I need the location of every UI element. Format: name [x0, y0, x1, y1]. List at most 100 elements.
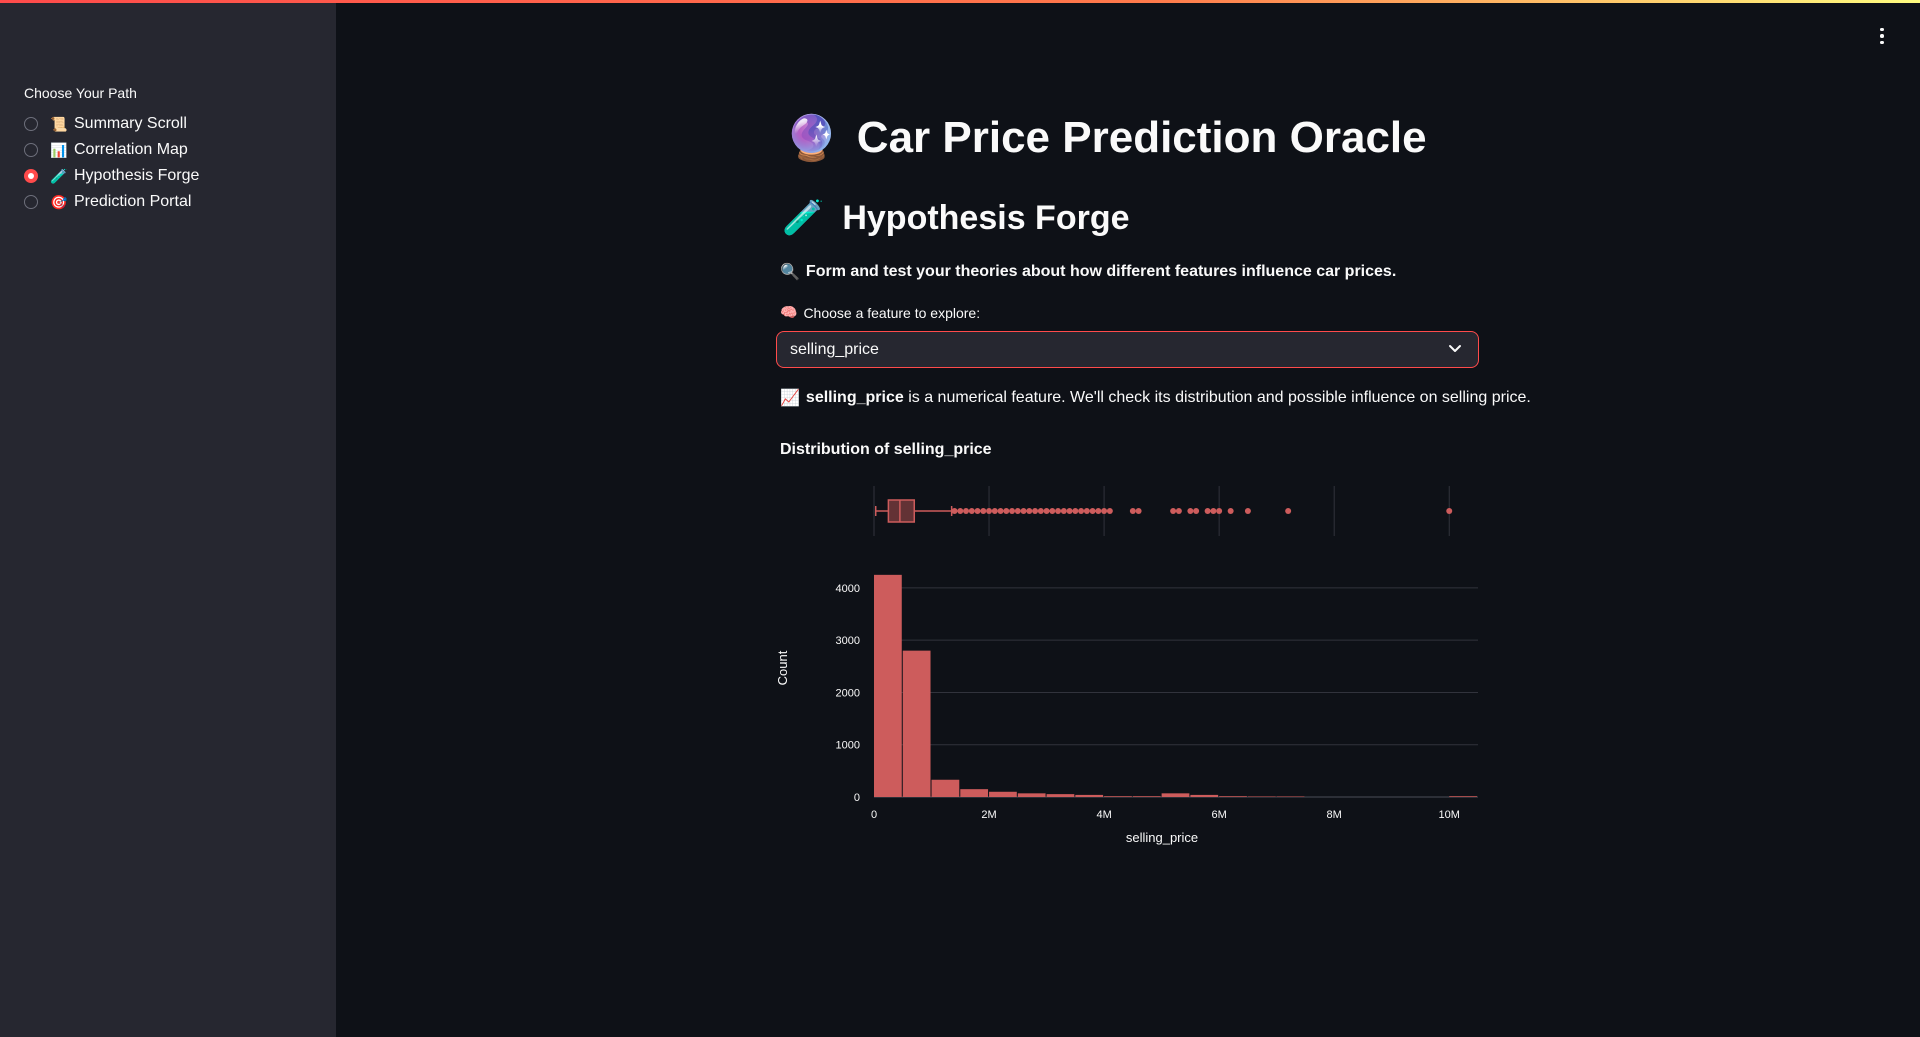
box-outlier-point	[951, 508, 958, 514]
x-tick-label: 8M	[1327, 809, 1342, 821]
histogram-bar	[931, 779, 960, 797]
chevron-down-icon	[1449, 345, 1461, 352]
crystal-ball-icon: 🔮	[784, 114, 839, 163]
box-outlier-point	[1210, 508, 1217, 514]
page-title-text: Car Price Prediction Oracle	[856, 113, 1427, 162]
box-outlier-point	[1204, 508, 1211, 514]
histogram-bar	[1219, 796, 1247, 797]
page-title: 🔮 Car Price Prediction Oracle	[784, 112, 1427, 164]
box-outlier-point	[1078, 508, 1085, 514]
box-outlier-point	[1089, 508, 1096, 514]
nav-option-prediction-portal[interactable]: 🎯 Prediction Portal	[24, 191, 191, 213]
target-icon: 🎯	[50, 194, 68, 210]
box-outlier-point	[1014, 508, 1021, 514]
box-outlier-point	[986, 508, 993, 514]
box-outlier-point	[963, 508, 970, 514]
box-outlier-point	[1129, 508, 1136, 514]
y-tick-label: 4000	[836, 583, 860, 595]
x-axis-label: selling_price	[1126, 830, 1198, 845]
box-outlier-point	[1135, 508, 1142, 514]
box-plot	[874, 499, 1453, 523]
feature-select-value: selling_price	[790, 341, 879, 358]
main-menu-button[interactable]	[1872, 24, 1892, 48]
box-outlier-point	[1095, 508, 1102, 514]
scroll-icon: 📜	[50, 116, 68, 132]
histogram-bars	[874, 574, 1477, 797]
box-outlier-point	[968, 508, 975, 514]
box-outlier-point	[1227, 508, 1234, 514]
box-iqr	[887, 499, 916, 523]
box-outlier-point	[974, 508, 981, 514]
box-outlier-point	[1216, 508, 1223, 514]
chart-grid	[873, 486, 1478, 798]
box-outlier-point	[980, 508, 987, 514]
nav-option-hypothesis-forge[interactable]: 🧪 Hypothesis Forge	[24, 165, 199, 187]
nav-option-summary-scroll[interactable]: 📜 Summary Scroll	[24, 113, 187, 135]
histogram-bar	[1104, 796, 1132, 797]
histogram-bar	[1449, 796, 1477, 797]
box-outlier-point	[1175, 508, 1182, 514]
histogram-bar	[1046, 794, 1075, 797]
box-outlier-point	[1083, 508, 1090, 514]
menu-dot	[1880, 34, 1884, 38]
feature-select[interactable]: selling_price	[776, 331, 1479, 368]
box-outlier-point	[1193, 508, 1200, 514]
box-outlier-point	[1055, 508, 1062, 514]
bar-chart-icon: 📊	[50, 142, 68, 158]
menu-dot	[1880, 40, 1884, 45]
histogram-bar	[1190, 794, 1219, 797]
x-tick-label: 0	[871, 809, 877, 821]
box-outlier-point	[991, 508, 998, 514]
y-axis-label: Count	[776, 650, 790, 685]
nav-option-label: Prediction Portal	[74, 193, 192, 210]
box-outlier-point	[1003, 508, 1010, 514]
histogram-bar	[874, 574, 902, 797]
intro-text: 🔍 Form and test your theories about how …	[780, 262, 1396, 282]
nav-option-correlation-map[interactable]: 📊 Correlation Map	[24, 139, 188, 161]
radio-button-selected[interactable]	[24, 169, 38, 183]
histogram-bar	[989, 791, 1017, 797]
histogram-bar	[902, 650, 931, 797]
histogram-bar	[1075, 794, 1104, 797]
radio-button[interactable]	[24, 117, 38, 131]
y-tick-label: 3000	[836, 635, 860, 647]
sidebar: Choose Your Path 📜 Summary Scroll 📊 Corr…	[0, 3, 336, 1037]
magnifier-icon: 🔍	[780, 264, 800, 281]
test-tube-icon: 🧪	[50, 168, 68, 184]
chart-increasing-icon: 📈	[780, 390, 800, 407]
feature-select-label: 🧠 Choose a feature to explore:	[780, 304, 980, 321]
box-outlier-point	[957, 508, 964, 514]
histogram-bar	[1132, 796, 1161, 797]
radio-button[interactable]	[24, 195, 38, 209]
x-tick-label: 4M	[1096, 809, 1111, 821]
box-outlier-point	[1009, 508, 1016, 514]
distribution-chart[interactable]: 0 1000 2000 3000 4000 0 2M 4M 6M 8M 10M selling_pr…	[776, 470, 1488, 850]
x-tick-label: 2M	[981, 809, 996, 821]
histogram-bar	[1247, 796, 1276, 797]
section-title-text: Hypothesis Forge	[842, 198, 1130, 237]
box-outlier-point	[1101, 508, 1108, 514]
brain-icon: 🧠	[780, 304, 798, 320]
histogram-bar	[960, 789, 989, 797]
box-outlier-point	[1066, 508, 1073, 514]
nav-option-label: Correlation Map	[74, 141, 188, 158]
test-tube-icon: 🧪	[782, 199, 825, 237]
box-outlier-point	[1244, 508, 1251, 514]
nav-option-label: Hypothesis Forge	[74, 167, 200, 184]
histogram-bar	[1017, 793, 1046, 797]
box-outlier-point	[1032, 508, 1039, 514]
feature-name: selling_price	[805, 389, 904, 406]
histogram-bar	[1161, 793, 1190, 797]
box-outlier-point	[1446, 508, 1453, 514]
y-tick-label: 2000	[836, 687, 860, 699]
box-outlier-point	[1170, 508, 1177, 514]
box-outlier-point	[1049, 508, 1056, 514]
box-outlier-point	[1187, 508, 1194, 514]
box-outlier-point	[1026, 508, 1033, 514]
section-title: 🧪 Hypothesis Forge	[782, 198, 1130, 238]
radio-button[interactable]	[24, 143, 38, 157]
nav-radio-title: Choose Your Path	[24, 85, 137, 101]
feature-info-text: is a numerical feature. We'll check its …	[908, 389, 1531, 406]
feature-info: 📈 selling_price is a numerical feature. …	[780, 388, 1531, 408]
box-outlier-point	[1037, 508, 1044, 514]
